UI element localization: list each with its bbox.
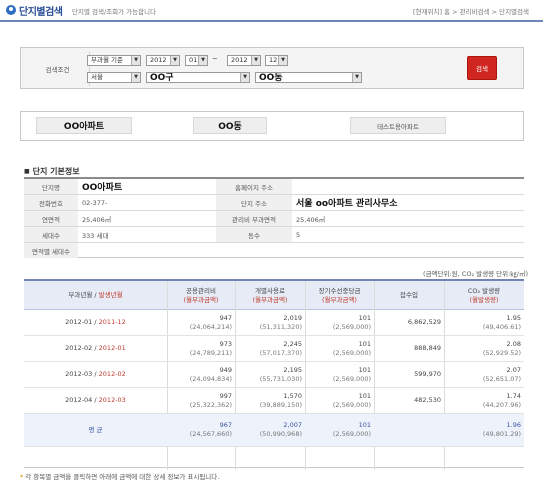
co2-cell[interactable]: 2.08 (52,929.52)	[444, 336, 524, 361]
misc-income-cell[interactable]: 888,849	[374, 336, 444, 361]
common-fee-cell[interactable]: 949 (24,094,834)	[167, 362, 235, 387]
info-value: 5	[296, 230, 301, 239]
region-select[interactable]: 서울 ▼	[87, 72, 141, 83]
misc-income-cell[interactable]: 6,862,529	[374, 310, 444, 335]
range-separator: ~	[212, 55, 218, 63]
result-test-apartment-button[interactable]: 테스트용아파트	[350, 117, 446, 134]
long-term-repair-cell[interactable]: 101 (2,569,000)	[305, 310, 374, 335]
info-value: OO아파트	[82, 183, 123, 193]
basic-info-title: 단지 기본정보	[24, 166, 80, 177]
info-row: 전화번호 02-377- 단지 주소 서울 oo아파트 관리사무소	[24, 195, 524, 211]
page-header: 단지별검색 단지별 검색/조회가 가능합니다 [현재위치] 홈 > 관리비검색 …	[0, 0, 543, 22]
individual-fee-cell[interactable]: 2,245 (57,017,370)	[235, 336, 305, 361]
from-year-select[interactable]: 2012 ▼	[146, 55, 180, 66]
chevron-down-icon: ▼	[278, 56, 287, 65]
from-month-select[interactable]: 01 ▼	[185, 55, 208, 66]
chevron-down-icon: ▼	[352, 73, 361, 82]
info-value	[78, 243, 524, 258]
header-individual-fee: 개별사용료 (월부과금액)	[252, 286, 288, 304]
fee-table: 부과년월 / 발생년월 공용관리비 (월부과금액) 개별사용료 (월부과금액) 장기…	[24, 279, 524, 470]
table-row: 2012-03 / 2012-02 949 (24,094,834) 2,195(…	[24, 362, 524, 388]
info-label: 연면적	[24, 211, 78, 226]
chevron-down-icon: ▼	[131, 56, 140, 65]
info-label: 전화번호	[24, 195, 78, 210]
search-condition-label: 검색조건	[26, 52, 90, 86]
info-label: 홈페이지 주소	[216, 179, 292, 194]
info-row: 면적별 세대수	[24, 243, 524, 259]
info-label: 면적별 세대수	[24, 243, 78, 258]
info-value: 02-377-	[82, 198, 108, 207]
info-label: 관리비 부과면적	[216, 211, 292, 226]
co2-cell[interactable]: 2.07 (52,651.07)	[444, 362, 524, 387]
co2-cell[interactable]: 1.95 (49,406.61)	[444, 310, 524, 335]
page-description: 단지별 검색/조회가 가능합니다	[72, 8, 157, 16]
fee-table-header: 부과년월 / 발생년월 공용관리비 (월부과금액) 개별사용료 (월부과금액) 장기…	[24, 281, 524, 310]
average-row: 평 균 967 (24,567,660) 2,007 (50,990,968) 10…	[24, 414, 524, 447]
avg-co2-cell: 1.96 (49,801.29)	[482, 421, 521, 438]
table-row: 2012-02 / 2012-01 973 (24,789,211) 2,245(…	[24, 336, 524, 362]
period-cell: 2012-01 / 2011-12	[65, 318, 126, 326]
chevron-down-icon: ▼	[170, 56, 179, 65]
chevron-down-icon: ▼	[251, 56, 260, 65]
note-line: * 각 항목별 금액을 클릭하면 아래에 금액에 대한 상세 정보가 표시됩니다.	[20, 473, 220, 481]
info-label: 단지명	[24, 179, 78, 194]
chevron-down-icon: ▼	[240, 73, 249, 82]
info-label: 동수	[216, 227, 292, 242]
individual-fee-cell[interactable]: 1,570 (39,889,150)	[235, 388, 305, 413]
avg-individual-fee-cell: 2,007 (50,990,968)	[259, 421, 302, 438]
individual-fee-cell[interactable]: 2,019 (51,311,320)	[235, 310, 305, 335]
header-co2: CO₂ 발생량 (월발생량)	[467, 286, 501, 304]
header-long-term-repair: 장기수선충당금 (월부과금액)	[318, 286, 361, 304]
avg-misc-income-cell	[374, 414, 444, 446]
period-type-select[interactable]: 부과월 기준 ▼	[87, 55, 141, 66]
period-cell: 2012-04 / 2012-03	[65, 396, 126, 404]
to-month-select[interactable]: 12 ▼	[265, 55, 288, 66]
info-row: 단지명 OO아파트 홈페이지 주소	[24, 179, 524, 195]
chevron-down-icon: ▼	[131, 73, 140, 82]
co2-cell[interactable]: 1.74 (44,207.96)	[444, 388, 524, 413]
info-value: 서울 oo아파트 관리사무소	[296, 199, 398, 209]
period-cell: 2012-03 / 2012-02	[65, 370, 126, 378]
info-value: 333 세대	[82, 231, 109, 240]
title-bullet-icon	[6, 5, 16, 15]
info-row: 세대수 333 세대 동수 5	[24, 227, 524, 243]
average-label: 평 균	[88, 425, 103, 434]
basic-info-table: 단지명 OO아파트 홈페이지 주소 전화번호 02-377- 단지 주소 서울 …	[24, 177, 524, 258]
table-row: 2012-04 / 2012-03 997 (25,322,362) 1,570(…	[24, 388, 524, 414]
table-row: 2012-01 / 2011-12 947 (24,064,214) 2,019(…	[24, 310, 524, 336]
long-term-repair-cell[interactable]: 101 (2,569,000)	[305, 362, 374, 387]
info-value: 25,406㎡	[296, 215, 326, 224]
note-bullet-icon: *	[20, 473, 24, 481]
info-row: 연면적 25,406㎡ 관리비 부과면적 25,406㎡	[24, 211, 524, 227]
avg-long-term-repair-cell: 101 (2,569,000)	[332, 421, 371, 438]
dong-select[interactable]: OO동 ▼	[255, 72, 362, 83]
breadcrumb: [현재위치] 홈 > 관리비검색 > 단지별검색	[413, 8, 529, 16]
district-select[interactable]: OO구 ▼	[146, 72, 250, 83]
result-apartment-button[interactable]: OO아파트	[36, 117, 132, 134]
long-term-repair-cell[interactable]: 101 (2,569,000)	[305, 336, 374, 361]
search-button[interactable]: 검색	[467, 56, 497, 80]
unit-note: (금액단위:원, CO₂ 발생량 단위:㎏/㎡)	[423, 270, 528, 278]
footer-notes: * 각 항목별 금액을 클릭하면 아래에 금액에 대한 상세 정보가 표시됩니다.	[20, 473, 524, 482]
header-period: 부과년월 / 발생년월	[68, 291, 123, 299]
info-value: 25,406㎡	[82, 215, 112, 224]
individual-fee-cell[interactable]: 2,195 (55,731,030)	[235, 362, 305, 387]
period-cell: 2012-02 / 2012-01	[65, 344, 126, 352]
result-dong-button[interactable]: OO동	[193, 117, 267, 134]
header-misc-income: 잡수입	[400, 291, 418, 299]
misc-income-cell[interactable]: 599,970	[374, 362, 444, 387]
common-fee-cell[interactable]: 973 (24,789,211)	[167, 336, 235, 361]
misc-income-cell[interactable]: 482,530	[374, 388, 444, 413]
common-fee-cell[interactable]: 997 (25,322,362)	[167, 388, 235, 413]
to-year-select[interactable]: 2012 ▼	[227, 55, 261, 66]
long-term-repair-cell[interactable]: 101 (2,569,000)	[305, 388, 374, 413]
chevron-down-icon: ▼	[198, 56, 207, 65]
common-fee-cell[interactable]: 947 (24,064,214)	[167, 310, 235, 335]
avg-common-fee-cell: 967 (24,567,660)	[189, 421, 232, 438]
page-title: 단지별검색	[19, 7, 63, 18]
info-label: 세대수	[24, 227, 78, 242]
info-value	[292, 179, 524, 194]
header-common-fee: 공용관리비 (월부과금액)	[183, 286, 219, 304]
info-label: 단지 주소	[216, 195, 292, 210]
